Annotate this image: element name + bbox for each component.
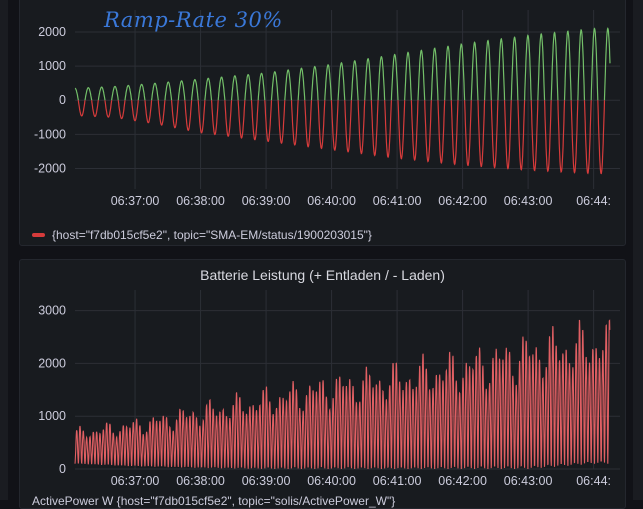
x-tick-label: 06:37:00 — [111, 474, 160, 488]
series-line-battery — [74, 319, 611, 470]
x-tick-label: 06:40:00 — [307, 474, 356, 488]
x-tick-label: 06:41:00 — [373, 474, 422, 488]
battery-power-panel[interactable]: Batterie Leistung (+ Entladen / - Laden)… — [19, 259, 626, 509]
battery-power-chart: 3000 2000 1000 0 06:37:00 06:38:00 06:39:00 06:… — [38, 290, 620, 488]
x-tick-label: 06:43:00 — [504, 474, 553, 488]
y-tick-label: 2000 — [38, 356, 66, 370]
series-line-positive — [74, 27, 611, 101]
y-tick-label: 1000 — [38, 409, 66, 423]
y-tick-label: 0 — [59, 462, 66, 476]
left-edge-panel — [0, 0, 8, 500]
legend-bottom[interactable]: ActivePower W {host="f7db015cf5e2", topi… — [32, 494, 395, 508]
y-tick-label: 0 — [59, 93, 66, 107]
grid-power-chart: 2000 1000 0 -1000 -2000 06:37:00 06:38:00 06:39… — [34, 10, 620, 208]
y-tick-label: 2000 — [38, 25, 66, 39]
right-edge-panel — [633, 0, 643, 500]
y-tick-label: 3000 — [38, 304, 66, 318]
y-tick-label: 1000 — [38, 59, 66, 73]
legend-label-battery: ActivePower W {host="f7db015cf5e2", topi… — [32, 494, 396, 508]
x-tick-label: 06:42:00 — [438, 474, 487, 488]
y-tick-label: -1000 — [34, 127, 66, 141]
legend-top[interactable]: {host="f7db015cf5e2", topic="SMA-EM/stat… — [32, 228, 372, 242]
handwritten-annotation: Ramp-Rate 30% — [104, 8, 283, 32]
x-tick-label: 06:41:00 — [373, 194, 422, 208]
x-tick-label: 06:42:00 — [438, 194, 487, 208]
x-tick-label: 06:40:00 — [307, 194, 356, 208]
x-tick-label: 06:39:00 — [242, 194, 291, 208]
grid-power-panel[interactable]: 2000 1000 0 -1000 -2000 06:37:00 06:38:00 06:39… — [19, 0, 626, 246]
x-tick-label: 06:43:00 — [504, 194, 553, 208]
x-tick-label: 06:44: — [576, 194, 611, 208]
x-tick-label: 06:39:00 — [242, 474, 291, 488]
x-tick-label: 06:44: — [576, 474, 611, 488]
x-tick-label: 06:38:00 — [176, 194, 225, 208]
x-tick-label: 06:37:00 — [111, 194, 160, 208]
legend-label-grid: {host="f7db015cf5e2", topic="SMA-EM/stat… — [52, 228, 372, 242]
legend-swatch-grid — [32, 233, 45, 237]
x-tick-label: 06:38:00 — [176, 474, 225, 488]
y-tick-label: -2000 — [34, 162, 66, 176]
